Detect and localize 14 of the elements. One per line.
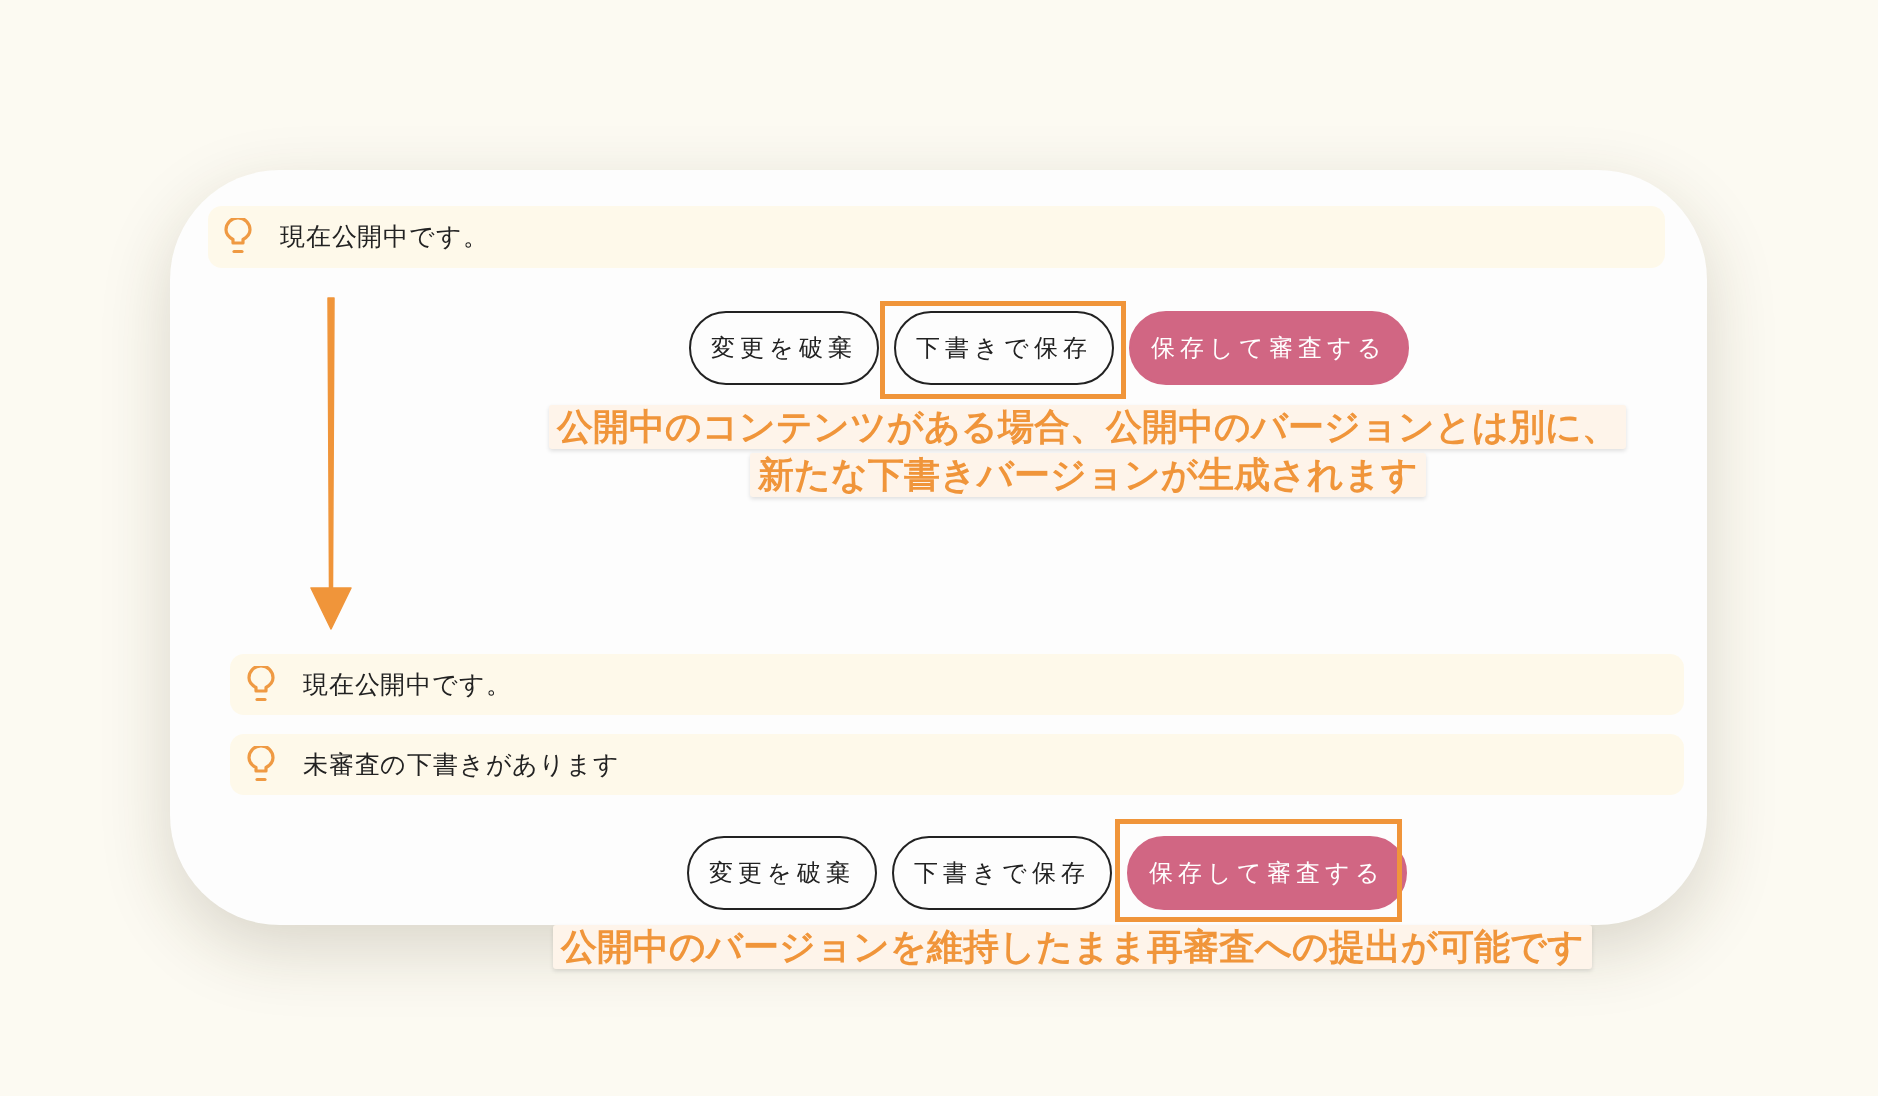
action-button[interactable]: 下書きで保存 <box>894 311 1114 385</box>
lightbulb-icon <box>224 218 252 256</box>
banner-text: 未審査の下書きがあります <box>303 748 620 780</box>
action-button[interactable]: 変更を破棄 <box>687 836 877 910</box>
banner-text: 現在公開中です。 <box>280 221 489 253</box>
lightbulb-icon <box>247 665 275 704</box>
annotation-text: 公開中のバージョンを維持したまま再審査への提出が可能です <box>553 925 1592 969</box>
action-button[interactable]: 変更を破棄 <box>689 311 879 385</box>
lightbulb-icon <box>247 745 275 784</box>
submit-review-button[interactable]: 保存して審査する <box>1127 836 1407 910</box>
annotation-text: 公開中のコンテンツがある場合、公開中のバージョンとは別に、 新たな下書きバージョンが生成されます <box>549 405 1626 497</box>
submit-review-button[interactable]: 保存して審査する <box>1129 311 1409 385</box>
action-button[interactable]: 下書きで保存 <box>892 836 1112 910</box>
banner-text: 現在公開中です。 <box>303 668 512 700</box>
